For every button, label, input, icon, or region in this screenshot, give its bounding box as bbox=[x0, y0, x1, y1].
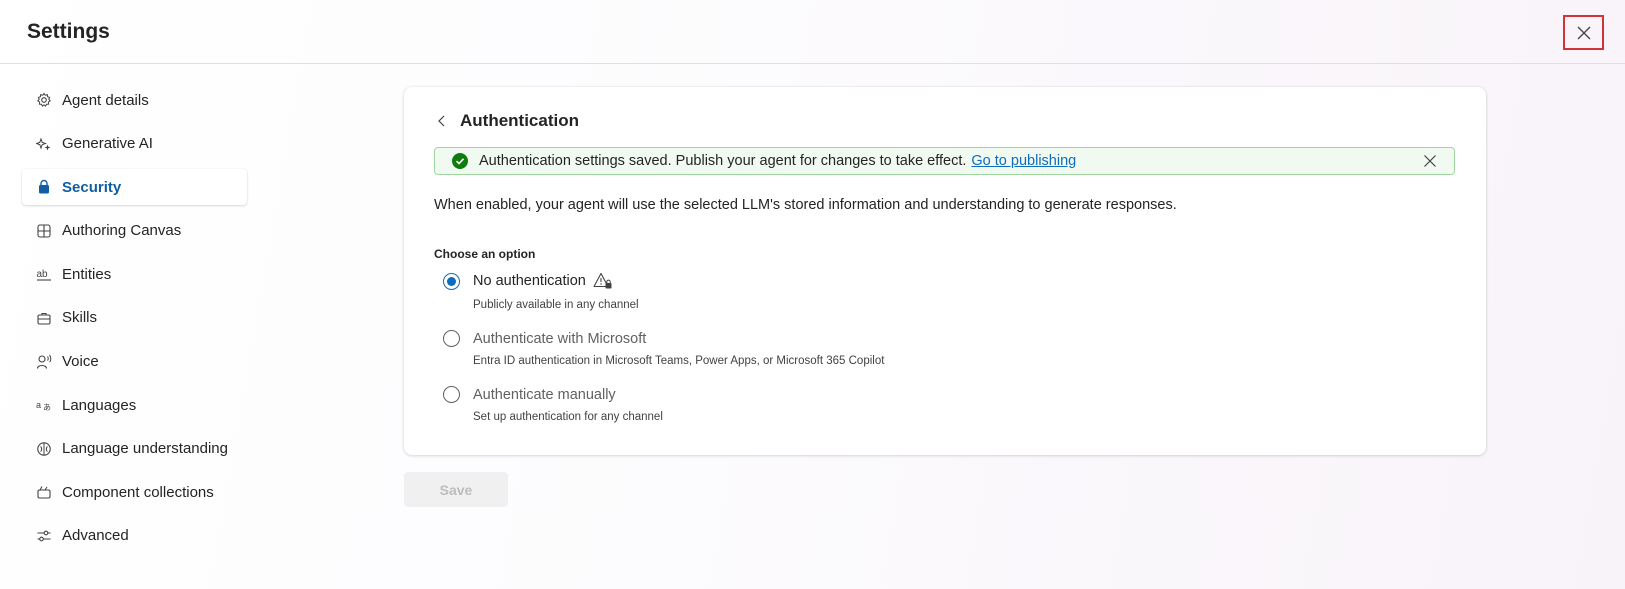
sidebar-item-label: Languages bbox=[62, 396, 137, 414]
sidebar-item-authoring-canvas[interactable]: Authoring Canvas bbox=[22, 213, 247, 249]
sidebar-item-security[interactable]: Security bbox=[22, 169, 247, 206]
sidebar-item-label: Voice bbox=[62, 353, 99, 371]
lock-icon bbox=[36, 179, 52, 195]
sidebar-item-label: Entities bbox=[62, 265, 112, 283]
sidebar-item-voice[interactable]: Voice bbox=[22, 344, 247, 380]
option-description: Entra ID authentication in Microsoft Tea… bbox=[473, 355, 885, 367]
translate-icon: aあ bbox=[36, 397, 52, 413]
gear-icon bbox=[36, 92, 52, 108]
briefcase-icon bbox=[36, 310, 52, 326]
sidebar: Agent details Generative AI Security Aut… bbox=[22, 82, 247, 562]
authentication-card: Authentication Authentication settings s… bbox=[404, 87, 1486, 455]
sidebar-item-label: Security bbox=[62, 178, 122, 196]
sidebar-item-generative-ai[interactable]: Generative AI bbox=[22, 126, 247, 162]
close-icon bbox=[1577, 26, 1590, 39]
sliders-icon bbox=[36, 528, 52, 544]
option-no-authentication[interactable]: No authentication bbox=[443, 272, 613, 290]
radio-authenticate-microsoft[interactable] bbox=[443, 330, 460, 347]
sidebar-item-agent-details[interactable]: Agent details bbox=[22, 82, 247, 118]
header: Settings bbox=[0, 0, 1625, 64]
svg-text:a: a bbox=[36, 400, 41, 410]
close-icon bbox=[1424, 155, 1436, 167]
sidebar-item-skills[interactable]: Skills bbox=[22, 300, 247, 336]
description: When enabled, your agent will use the se… bbox=[434, 197, 1177, 213]
sidebar-item-component-collections[interactable]: Component collections bbox=[22, 474, 247, 510]
sidebar-item-label: Generative AI bbox=[62, 135, 153, 153]
go-to-publishing-link[interactable]: Go to publishing bbox=[971, 153, 1076, 169]
sidebar-item-language-understanding[interactable]: Language understanding bbox=[22, 431, 247, 467]
dismiss-banner-button[interactable] bbox=[1423, 154, 1437, 168]
banner-message: Authentication settings saved. Publish y… bbox=[479, 153, 967, 169]
option-description: Set up authentication for any channel bbox=[473, 411, 663, 423]
sidebar-item-label: Skills bbox=[62, 309, 98, 327]
warning-lock-icon bbox=[593, 272, 613, 290]
page-title: Settings bbox=[27, 20, 110, 43]
svg-text:ab: ab bbox=[37, 269, 49, 280]
option-label: No authentication bbox=[473, 273, 586, 289]
svg-text:あ: あ bbox=[43, 403, 51, 412]
option-label: Authenticate with Microsoft bbox=[473, 330, 647, 347]
radio-authenticate-manually[interactable] bbox=[443, 386, 460, 403]
checkmark-circle-icon bbox=[452, 153, 468, 169]
save-button[interactable]: Save bbox=[404, 472, 508, 507]
person-voice-icon bbox=[36, 354, 52, 370]
radio-no-authentication[interactable] bbox=[443, 272, 460, 290]
sidebar-item-label: Authoring Canvas bbox=[62, 222, 182, 240]
card-title: Authentication bbox=[460, 111, 579, 130]
grid-icon bbox=[36, 223, 52, 239]
text-abc-icon: ab bbox=[36, 266, 52, 282]
card-header: Authentication bbox=[434, 111, 579, 131]
back-button[interactable] bbox=[434, 113, 450, 129]
sidebar-item-languages[interactable]: aあ Languages bbox=[22, 387, 247, 423]
option-description: Publicly available in any channel bbox=[473, 299, 639, 311]
sidebar-item-label: Agent details bbox=[62, 91, 149, 109]
option-authenticate-manually[interactable]: Authenticate manually bbox=[443, 386, 616, 403]
sparkle-icon bbox=[36, 136, 52, 152]
sidebar-item-advanced[interactable]: Advanced bbox=[22, 518, 247, 554]
brain-icon bbox=[36, 441, 52, 457]
collection-icon bbox=[36, 484, 52, 500]
chevron-left-icon bbox=[438, 115, 445, 127]
sidebar-item-label: Language understanding bbox=[62, 440, 228, 458]
sidebar-item-entities[interactable]: ab Entities bbox=[22, 256, 247, 292]
success-banner: Authentication settings saved. Publish y… bbox=[434, 147, 1455, 175]
option-authenticate-microsoft[interactable]: Authenticate with Microsoft bbox=[443, 330, 646, 347]
sidebar-item-label: Advanced bbox=[62, 527, 129, 545]
sidebar-item-label: Component collections bbox=[62, 483, 214, 501]
option-label: Authenticate manually bbox=[473, 386, 616, 403]
close-button[interactable] bbox=[1563, 15, 1604, 50]
choose-option-label: Choose an option bbox=[434, 247, 536, 261]
